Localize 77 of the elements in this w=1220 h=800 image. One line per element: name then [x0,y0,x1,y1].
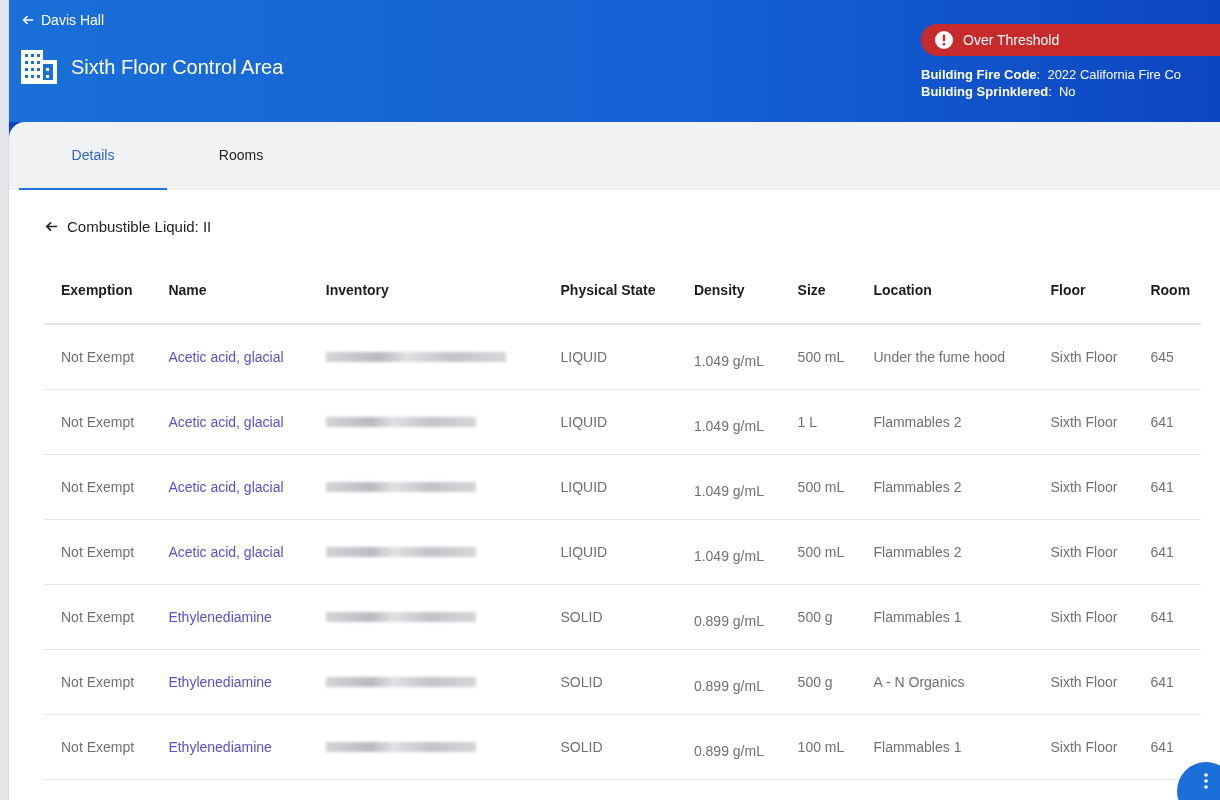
table-cell: 1.049 g/mL [676,389,781,455]
chemical-link[interactable]: Acetic acid, glacial [168,544,284,560]
table-cell: Flammables 2 [856,389,1034,455]
page-title: Sixth Floor Control Area [71,55,284,79]
building-icon [21,50,57,84]
table-cell: Not Exempt [44,519,152,585]
table-cell: Not Exempt [44,714,152,780]
table-cell: Sixth Floor [1033,519,1134,585]
table-cell: Flammables 2 [856,519,1034,585]
table-cell: LIQUID [543,389,677,455]
column-header: Floor [1033,257,1134,324]
table-cell: SOLID [543,584,677,650]
table-cell: Sixth Floor [1033,324,1134,390]
table-cell: 500 mL [780,454,857,520]
chemical-link[interactable]: Acetic acid, glacial [168,349,284,365]
back-arrow-icon [44,219,59,234]
table-cell: Sixth Floor [1033,714,1134,780]
table-cell: 1.049 g/mL [676,454,781,520]
table-cell: 1.049 g/mL [676,519,781,585]
table-cell: 500 mL [780,324,857,390]
table-cell: Not Exempt [44,649,152,715]
table-cell: A - N Organics [856,649,1034,715]
table-cell: Sixth Floor [1033,649,1134,715]
table-cell: Not Exempt [44,584,152,650]
table-cell: LIQUID [543,519,677,585]
table-cell: Flammables 1 [856,714,1034,780]
building-fact: Building Sprinklered: No [921,83,1077,100]
column-header: Room [1133,257,1201,324]
chemical-link[interactable]: Acetic acid, glacial [168,414,284,430]
table-cell: LIQUID [543,324,677,390]
table-cell: 500 g [780,584,857,650]
table-cell: 641 [1133,584,1201,650]
tab[interactable]: Details [19,122,167,190]
column-header: Location [856,257,1034,324]
table-cell: SOLID [543,649,677,715]
column-header: Inventory [308,257,544,324]
table-cell: 500 g [780,649,857,715]
table-cell: 1.049 g/mL [676,324,781,390]
table-cell: Not Exempt [44,454,152,520]
table-cell: 1 L [780,389,857,455]
chemical-link[interactable]: Acetic acid, glacial [168,479,284,495]
table-cell: 641 [1133,454,1201,520]
building-fact: Building Fire Code: 2022 California Fire Co [921,66,1183,83]
chemical-link[interactable]: Ethylenediamine [168,609,272,625]
table-cell: 641 [1133,649,1201,715]
column-header: Density [676,257,781,324]
table-cell: Sixth Floor [1033,584,1134,650]
status-label: Over Threshold [963,32,1060,48]
column-header: Exemption [44,257,152,324]
table-cell: Flammables 1 [856,584,1034,650]
column-header: Physical State [543,257,677,324]
table-cell: Sixth Floor [1033,389,1134,455]
column-header: Name [151,257,309,324]
table-cell: 645 [1133,324,1201,390]
alert-icon [935,31,953,49]
table-cell: Sixth Floor [1033,454,1134,520]
table-cell: Not Exempt [44,389,152,455]
table-cell: Under the fume hood [856,324,1034,390]
tab[interactable]: Rooms [167,122,315,190]
table-cell: 0.899 g/mL [676,714,781,780]
back-arrow-icon [21,13,35,27]
table-cell: Not Exempt [44,324,152,390]
table-cell: 500 mL [780,519,857,585]
table-cell: 641 [1133,519,1201,585]
back-link[interactable]: Davis Hall [21,12,284,28]
table-cell: 0.899 g/mL [676,649,781,715]
chemical-link[interactable]: Ethylenediamine [168,674,272,690]
column-header: Size [780,257,857,324]
table-cell: SOLID [543,714,677,780]
table-cell: Flammables 2 [856,454,1034,520]
table-cell: 100 mL [780,714,857,780]
back-link[interactable]: Combustible Liquid: II [44,218,212,235]
table-cell: 0.899 g/mL [676,584,781,650]
table-cell: 641 [1133,389,1201,455]
table-cell: LIQUID [543,454,677,520]
more-icon [1204,773,1208,789]
chemical-link[interactable]: Ethylenediamine [168,739,272,755]
